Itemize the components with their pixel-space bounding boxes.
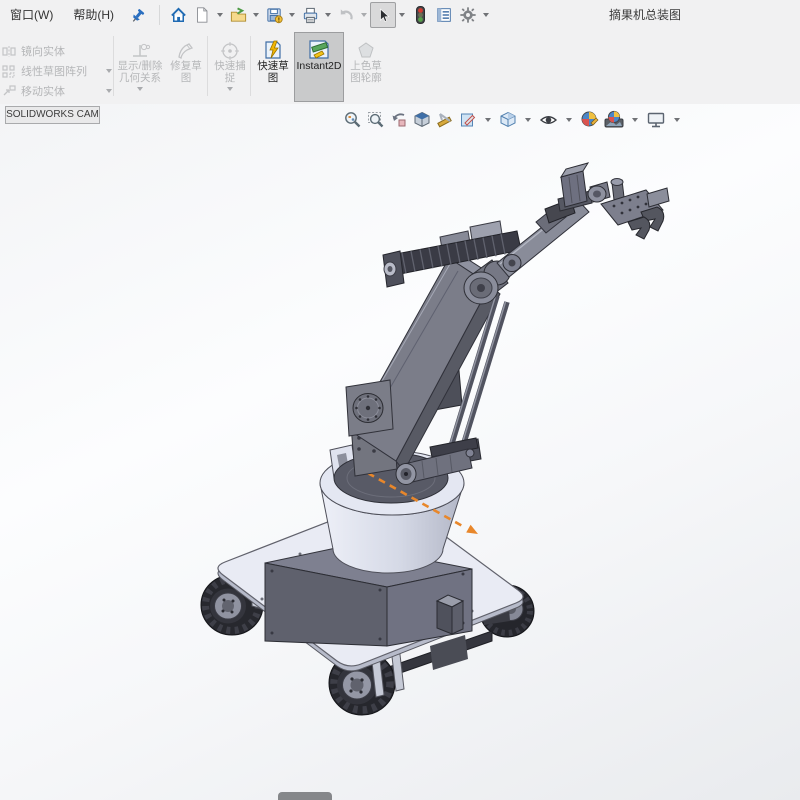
open-dropdown[interactable]: [253, 13, 259, 17]
repair-sketch-icon: [176, 35, 196, 61]
file-properties-button[interactable]: [432, 3, 456, 27]
separator: [250, 36, 251, 96]
quick-snaps-icon: [220, 35, 240, 61]
save-button[interactable]: [262, 3, 286, 27]
open-button[interactable]: [226, 3, 250, 27]
move-entities-dropdown[interactable]: [106, 89, 112, 93]
separator: [113, 36, 114, 96]
linear-pattern-icon: [2, 64, 15, 78]
wrist-joint[interactable]: [587, 181, 611, 203]
linear-sketch-pattern-button[interactable]: 线性草图阵列: [2, 62, 112, 80]
mirror-entities-button[interactable]: 镜向实体: [2, 42, 65, 60]
quick-snaps-button[interactable]: 快速捕 捉: [210, 33, 250, 101]
bottom-nub: [278, 792, 332, 800]
mirror-entities-icon: [2, 45, 16, 57]
command-manager: 镜向实体 线性草图阵列 移动实体 显示/删除 几何关系 修复草 图 快速捕 捉 …: [0, 30, 800, 105]
document-title: 摘果机总装图: [608, 8, 681, 22]
instant2d-button[interactable]: Instant2D: [294, 32, 344, 102]
graphics-area[interactable]: [0, 104, 800, 800]
home-button[interactable]: [166, 3, 190, 27]
rapid-sketch-button[interactable]: 快速草 图: [253, 33, 293, 101]
separator: [159, 5, 160, 25]
shoulder-flange[interactable]: [345, 379, 394, 437]
linear-pattern-dropdown[interactable]: [106, 69, 112, 73]
save-dropdown[interactable]: [289, 13, 295, 17]
select-tool-dropdown[interactable]: [399, 13, 405, 17]
rapid-sketch-icon: [262, 35, 284, 61]
shaded-sketch-contours-button[interactable]: 上色草 图轮廓: [346, 33, 386, 101]
repair-sketch-button[interactable]: 修复草 图: [166, 33, 206, 101]
menu-help[interactable]: 帮助(H): [63, 0, 124, 30]
move-entities-button[interactable]: 移动实体: [2, 82, 112, 100]
display-delete-relations-icon: [129, 35, 151, 61]
options-gear-button[interactable]: [456, 3, 480, 27]
quick-snaps-dropdown[interactable]: [227, 87, 233, 91]
display-delete-relations-button[interactable]: 显示/删除 几何关系: [116, 33, 164, 101]
gripper[interactable]: [600, 178, 670, 240]
axle-mount[interactable]: [430, 635, 468, 670]
undo-dropdown[interactable]: [361, 13, 367, 17]
new-document-button[interactable]: [190, 3, 214, 27]
small-box[interactable]: [435, 594, 465, 635]
wrist-motor[interactable]: [557, 162, 593, 212]
shaded-sketch-contours-icon: [356, 35, 376, 61]
display-delete-relations-dropdown[interactable]: [137, 87, 143, 91]
command-manager-tab-row: SOLIDWORKS CAM: [0, 104, 800, 124]
instant2d-icon: [307, 35, 331, 61]
model-canvas[interactable]: [0, 104, 800, 800]
display-states-icon[interactable]: [408, 3, 432, 27]
tab-solidworks-cam[interactable]: SOLIDWORKS CAM: [5, 106, 100, 124]
move-entities-icon: [3, 84, 16, 95]
options-dropdown[interactable]: [483, 13, 489, 17]
print-dropdown[interactable]: [325, 13, 331, 17]
select-tool-button[interactable]: [370, 2, 396, 28]
separator: [207, 36, 208, 96]
print-button[interactable]: [298, 3, 322, 27]
undo-button[interactable]: [334, 3, 358, 27]
new-document-dropdown[interactable]: [217, 13, 223, 17]
menu-window[interactable]: 窗口(W): [0, 0, 63, 30]
pin-icon[interactable]: [130, 8, 145, 23]
